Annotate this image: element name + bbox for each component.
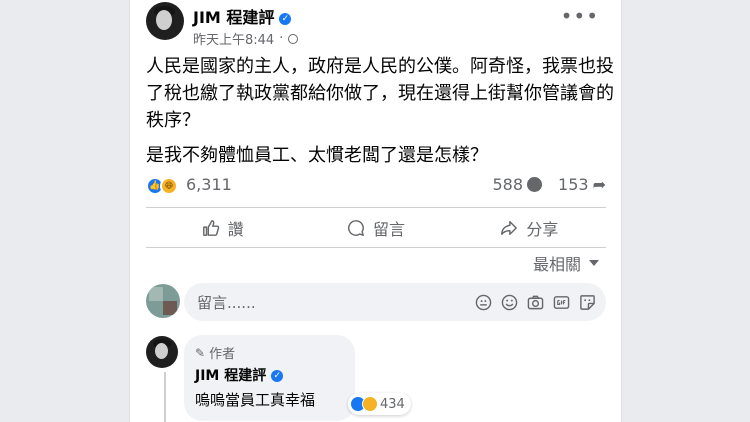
chevron-down-icon [589, 260, 599, 266]
comment-text: 嗚嗚當員工真幸福 [195, 391, 316, 409]
post-time[interactable]: 昨天上午8:44 [193, 29, 274, 48]
comment-input-tools [475, 294, 596, 311]
comment-count-icon [527, 177, 543, 192]
current-user-avatar[interactable] [146, 284, 180, 318]
like-label: 讚 [227, 220, 244, 239]
haha-reaction-icon [362, 396, 378, 412]
avatar-sticker-icon[interactable] [475, 294, 492, 311]
comment-button[interactable]: 留言 [299, 212, 452, 244]
verified-icon: ✓ [279, 12, 292, 25]
comment-input[interactable]: 留言...... [184, 283, 606, 321]
meta-separator: · [279, 31, 284, 46]
reaction-count[interactable]: 6,311 [186, 175, 232, 194]
comment-reactions[interactable]: 434 [348, 393, 411, 415]
like-icon [202, 220, 219, 236]
author-name[interactable]: JIM 程建評 ✓ [193, 4, 292, 28]
share-icon [501, 220, 518, 236]
reactions-summary: 👍 😆 6,311 588 153 ➦ [146, 174, 606, 198]
author-badge: ✎ 作者 [195, 343, 236, 363]
sort-label: 最相關 [532, 255, 581, 274]
post-meta: 昨天上午8:44 · [193, 29, 299, 48]
divider [146, 207, 606, 208]
comment-author-avatar[interactable] [146, 336, 178, 368]
post-paragraph: 人民是國家的主人，政府是人民的公僕。阿奇怪，我票也投了稅也繳了執政黨都給你做了，… [146, 56, 614, 131]
more-icon[interactable]: ••• [561, 6, 599, 26]
comment-author-name[interactable]: JIM 程建評 [195, 368, 266, 384]
post-paragraph: 是我不夠體恤員工、太慣老闆了還是怎樣？ [146, 145, 488, 166]
camera-icon[interactable] [527, 294, 544, 311]
author-avatar[interactable] [146, 2, 184, 40]
comment-sort-dropdown[interactable]: 最相關 [533, 251, 599, 275]
reaction-icons[interactable]: 👍 😆 [146, 177, 186, 195]
comment-label: 留言 [372, 220, 405, 239]
sticker-icon[interactable] [579, 294, 596, 311]
post-body: 人民是國家的主人，政府是人民的公僕。阿奇怪，我票也投了稅也繳了執政黨都給你做了，… [146, 53, 616, 169]
pencil-icon: ✎ [195, 345, 206, 360]
share-count[interactable]: 153 [558, 175, 589, 194]
share-button[interactable]: 分享 [453, 212, 606, 244]
engagement-counts: 588 153 ➦ [493, 175, 607, 194]
comment-reaction-count: 434 [380, 396, 405, 412]
share-count-icon: ➦ [592, 175, 606, 194]
comment-count[interactable]: 588 [493, 175, 524, 194]
comment-author[interactable]: JIM 程建評 ✓ [195, 365, 284, 385]
share-label: 分享 [526, 220, 559, 239]
haha-reaction-icon: 😆 [160, 177, 178, 195]
emoji-icon[interactable] [501, 294, 518, 311]
thread-line [164, 372, 166, 422]
post-card: JIM 程建評 ✓ 昨天上午8:44 · ••• 人民是國家的主人，政府是人民的公… [129, 0, 622, 422]
comment-bubble: ✎ 作者 JIM 程建評 ✓ 嗚嗚當員工真幸福 [184, 335, 355, 421]
globe-icon [288, 33, 299, 44]
comment-icon [348, 220, 364, 236]
author-name-text[interactable]: JIM 程建評 [193, 8, 274, 27]
divider [146, 247, 606, 248]
author-badge-label: 作者 [209, 347, 236, 362]
gif-icon[interactable] [553, 294, 570, 311]
verified-icon: ✓ [271, 370, 284, 382]
post-actions: 讚 留言 分享 [146, 212, 606, 244]
like-button[interactable]: 讚 [146, 212, 299, 244]
comment-input-placeholder[interactable]: 留言...... [197, 292, 475, 313]
